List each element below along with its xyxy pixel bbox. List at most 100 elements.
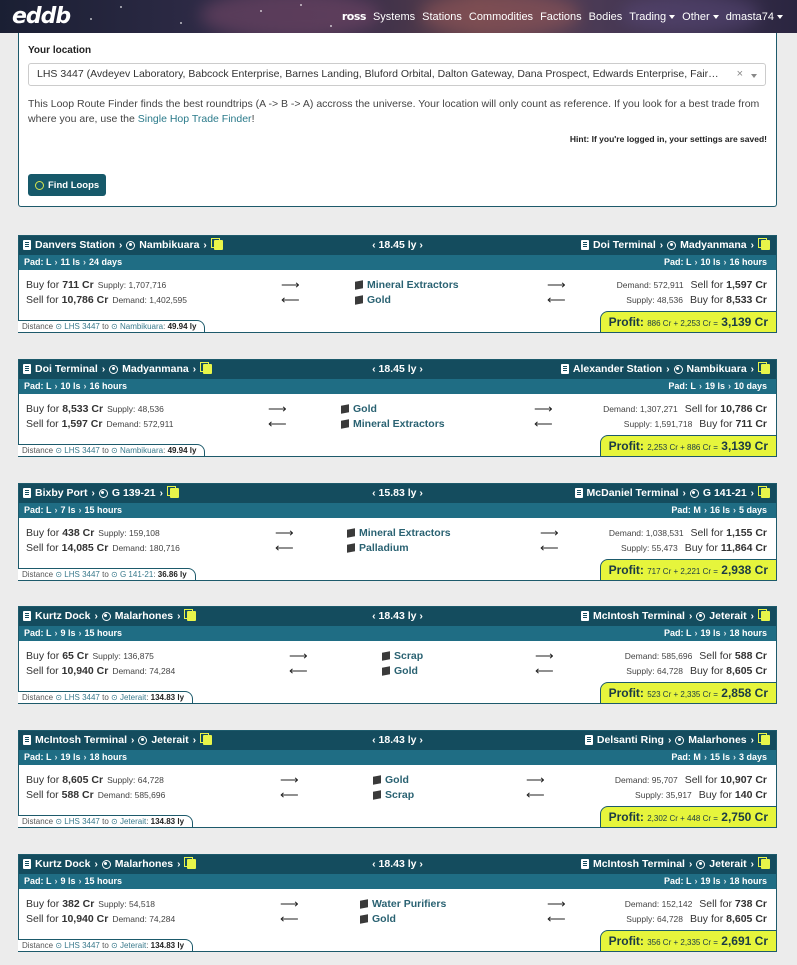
commodity[interactable]: Gold [360,913,396,925]
route-card: Bixby Port › G 139-21 › ‹ 15.83 ly › McD… [18,483,777,581]
profit-badge: Profit: 2,302 Cr + 448 Cr = 2,750 Cr [599,806,777,828]
dest-station[interactable]: Delsanti Ring [597,734,664,746]
chevron-down-icon[interactable] [751,74,757,78]
find-loops-label: Find Loops [48,179,100,191]
profit-label: Profit: [608,686,644,700]
sell-label: Sell for [26,418,59,430]
copy-icon[interactable] [758,733,770,745]
origin-ls: 11 ls [60,257,81,267]
nav-factions[interactable]: Factions [540,11,582,23]
dest-station[interactable]: McDaniel Terminal [587,487,679,499]
arrow-left-icon: ⟵ [289,663,308,678]
commodity[interactable]: Gold [382,665,418,677]
nav-other-dropdown[interactable]: Other [682,11,719,23]
location-select[interactable]: LHS 3447 (Avdeyev Laboratory, Babcock En… [28,63,766,86]
arrow-right-icon: ⟶ [281,277,300,292]
system-icon [696,859,706,869]
buy-price: 711 Cr [62,279,94,291]
chevron-right-icon: › [659,239,664,251]
dest-system[interactable]: Nambikuara [687,363,747,375]
supply-label: Supply: [626,914,655,924]
dest-station[interactable]: McIntosh Terminal [593,610,685,622]
nav-user-dropdown[interactable]: dmasta74 [726,11,783,23]
site-logo[interactable]: eddb [12,4,71,29]
demand-value: 74,284 [149,914,176,924]
dest-system[interactable]: Jeterait [709,858,746,870]
distance-to-word: to [102,446,109,455]
clear-icon[interactable]: × [737,68,743,80]
nav-trading-dropdown[interactable]: Trading [629,11,676,23]
distance-to-word: to [102,570,109,579]
distance-label: Distance [22,446,54,455]
supply-value: 55,473 [651,543,678,553]
buy-price: 65 Cr [62,650,89,662]
distance-from: ⊙ LHS 3447 [55,570,100,579]
arrow-left-icon: ⟵ [535,663,554,678]
demand-value: 1,402,595 [149,295,188,305]
dest-station[interactable]: Alexander Station [573,363,662,375]
route-header: Bixby Port › G 139-21 › ‹ 15.83 ly › McD… [19,484,776,503]
commodity[interactable]: Gold [373,774,409,786]
dest-system[interactable]: G 141-21 [703,487,747,499]
chevron-down-icon [712,14,719,19]
demand-value: 572,911 [143,419,174,429]
buy-price: 382 Cr [62,898,95,910]
nav-user-badge[interactable]: ross [342,10,367,23]
nav-systems[interactable]: Systems [373,11,415,23]
copy-icon[interactable] [758,362,770,374]
commodity-name: Scrap [385,789,415,801]
buy-label: Buy for [689,665,724,677]
nav-commodities[interactable]: Commodities [469,11,533,23]
single-hop-link[interactable]: Single Hop Trade Finder [138,113,252,125]
arrow-right-icon: ⟶ [534,401,553,416]
separator: › [83,257,87,267]
sell-price: 10,940 Cr [61,913,109,925]
origin-ls: 19 ls [60,752,81,762]
system-icon [675,735,685,745]
dest-station[interactable]: Doi Terminal [593,239,656,251]
sell-price: 1,597 Cr [726,279,767,291]
chevron-right-icon: › [750,239,754,251]
demand-label: Demand: [614,775,650,785]
copy-icon[interactable] [758,609,770,621]
demand-value: 585,696 [661,651,693,661]
supply-value: 64,728 [137,775,164,785]
copy-icon[interactable] [758,238,770,250]
copy-icon[interactable] [758,857,770,869]
origin-ls: 10 ls [60,381,81,391]
location-select-value: LHS 3447 (Avdeyev Laboratory, Babcock En… [37,68,719,81]
commodity[interactable]: Mineral Extractors [341,418,445,430]
chevron-right-icon: › [750,363,754,375]
hop-distance-value: 18.45 ly [378,239,417,251]
commodity[interactable]: Gold [341,403,377,415]
sell-label: Sell for [26,789,59,801]
sell-price: 10,907 Cr [720,774,767,786]
sell-label: Sell for [690,527,724,539]
sell-price: 14,085 Cr [61,542,109,554]
arrow-left-icon: ⟵ [534,416,553,431]
commodity[interactable]: Mineral Extractors [355,279,459,291]
find-loops-button[interactable]: Find Loops [28,174,107,196]
commodity[interactable]: Mineral Extractors [347,527,451,539]
commodity[interactable]: Scrap [373,789,414,801]
commodity[interactable]: Scrap [382,650,423,662]
copy-icon[interactable] [758,486,770,498]
dest-station[interactable]: McIntosh Terminal [593,858,685,870]
buy-row: Buy for 438 Cr Supply: 159,108 ⟶ Mineral … [19,526,776,541]
dest-system[interactable]: Madyanmana [680,239,747,251]
arrow-right-icon: ⟶ [535,648,554,663]
commodity[interactable]: Water Purifiers [360,898,446,910]
nav-stations[interactable]: Stations [422,11,462,23]
commodity[interactable]: Gold [355,294,391,306]
dest-age: 3 days [738,752,767,762]
arrow-right-icon: ⟶ [547,896,566,911]
nav-bodies[interactable]: Bodies [589,11,623,23]
profit-total: 2,750 Cr [721,810,768,824]
commodity[interactable]: Palladium [347,542,409,554]
chevron-down-icon [669,14,676,19]
distance-value: 134.83 ly [150,941,185,950]
commodity-name: Gold [372,913,396,925]
dest-system[interactable]: Malarhones [688,734,746,746]
distance-value: 36.86 ly [157,570,187,579]
dest-system[interactable]: Jeterait [709,610,746,622]
